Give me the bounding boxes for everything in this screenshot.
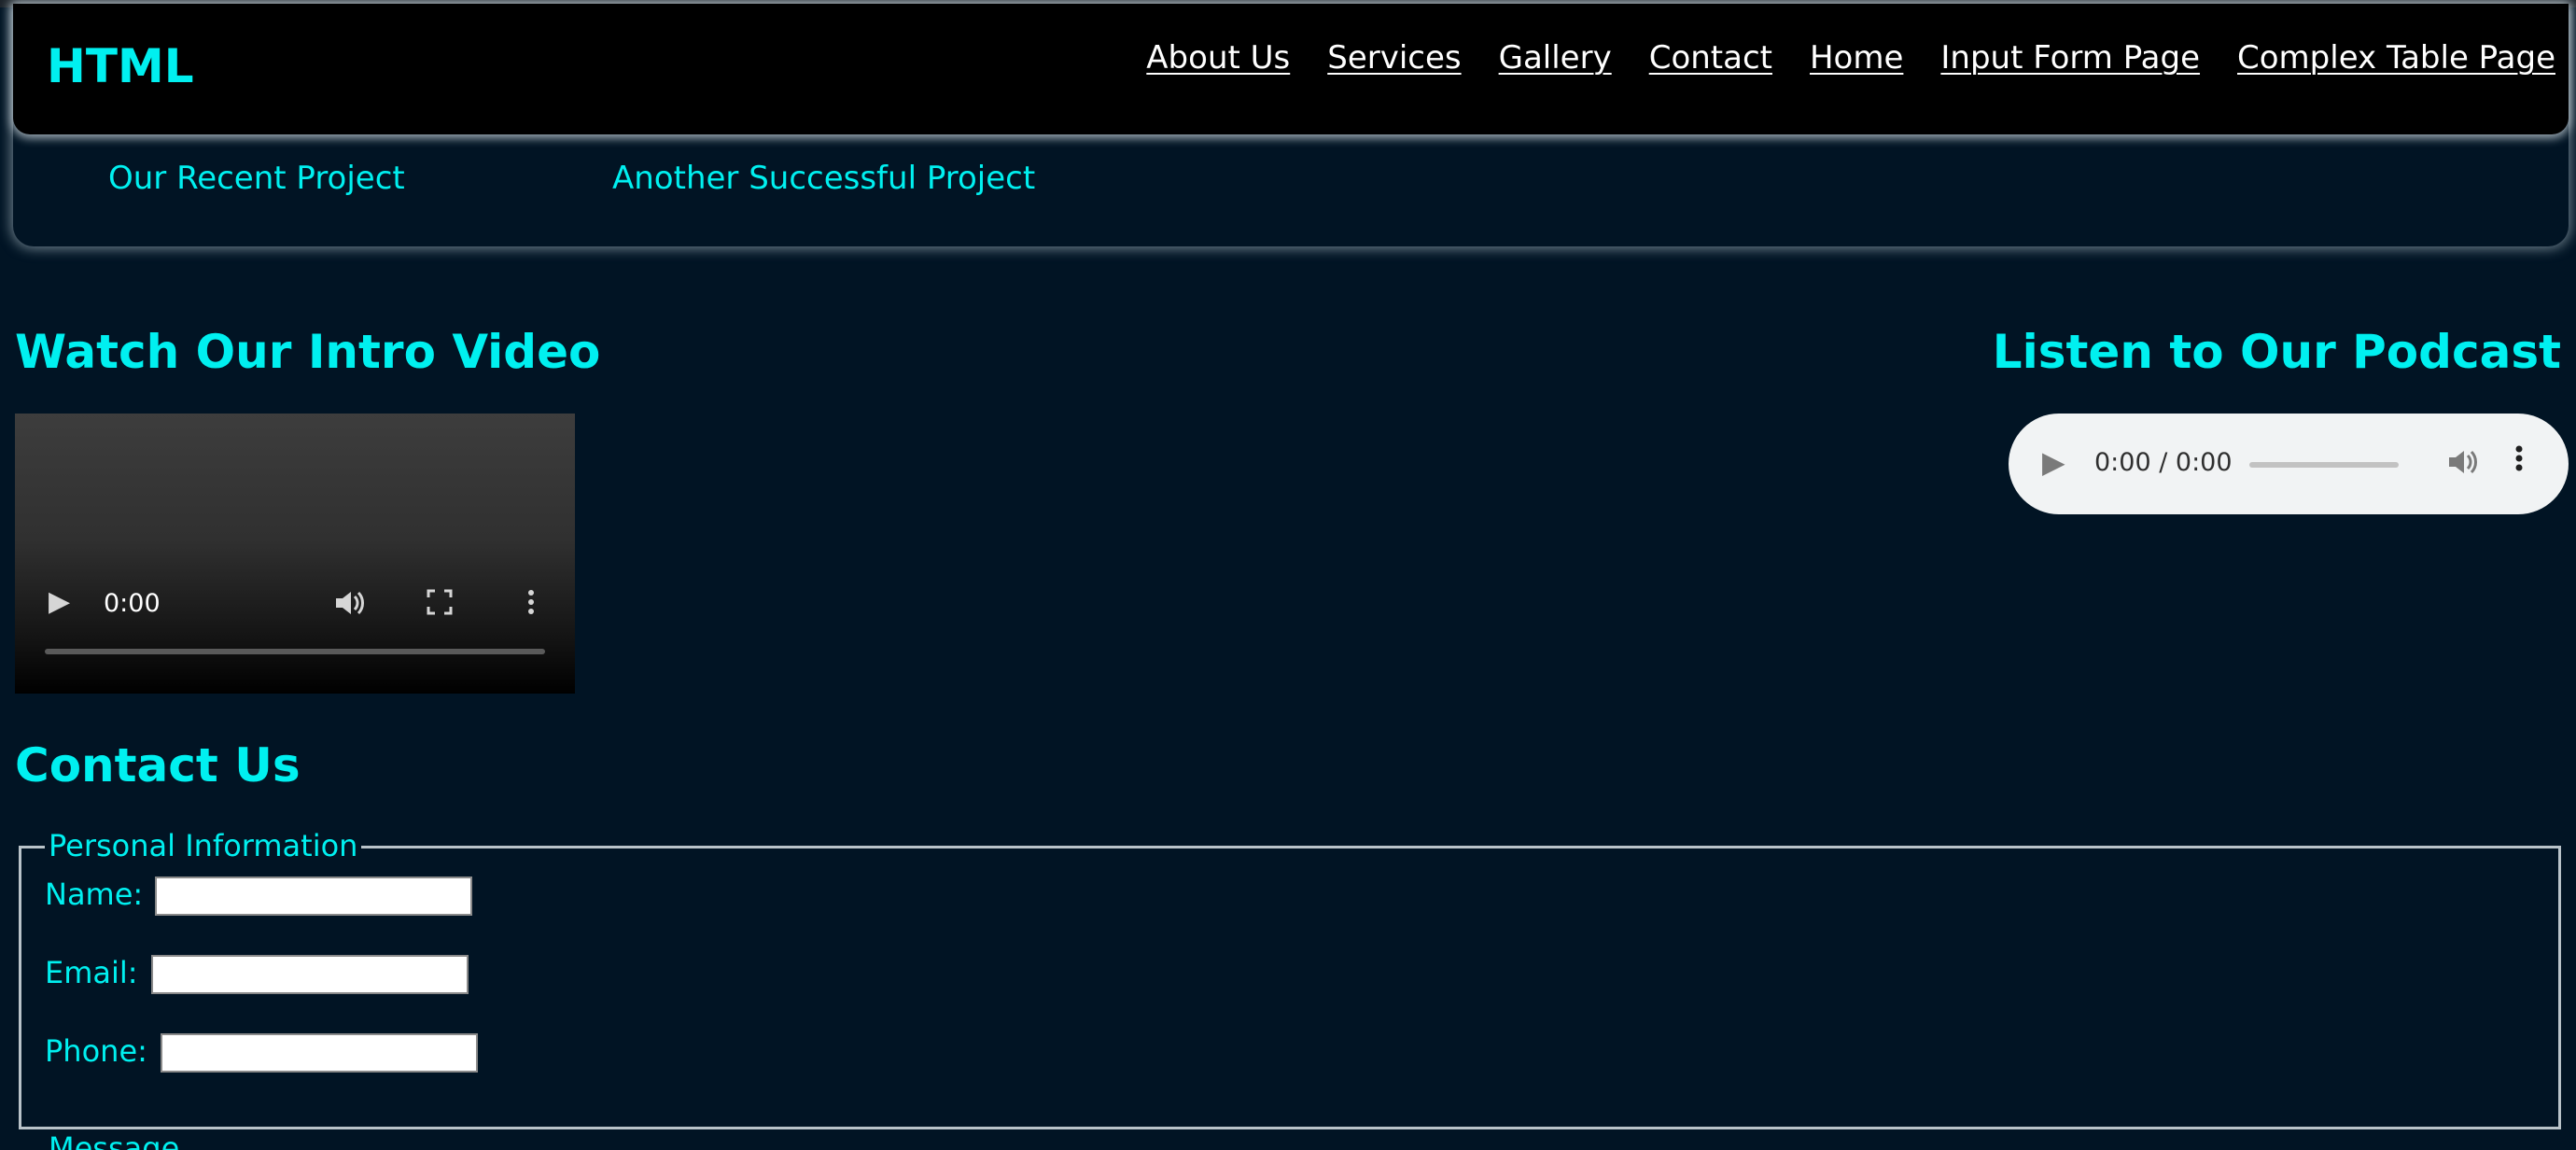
nav-link-gallery[interactable]: Gallery: [1499, 39, 1612, 77]
main-nav: About Us Services Gallery Contact Home I…: [1146, 39, 2555, 77]
nav-link-contact[interactable]: Contact: [1649, 39, 1772, 77]
subnav-item-successful-project[interactable]: Another Successful Project: [612, 162, 1035, 194]
phone-label: Phone:: [45, 1033, 147, 1069]
more-options-icon[interactable]: [2514, 443, 2524, 479]
video-section-title: Watch Our Intro Video: [15, 325, 601, 379]
volume-icon[interactable]: [332, 588, 366, 624]
more-options-icon[interactable]: [526, 588, 536, 622]
phone-field[interactable]: [161, 1033, 478, 1073]
nav-link-services[interactable]: Services: [1327, 39, 1461, 77]
audio-time: 0:00 / 0:00: [2094, 448, 2233, 477]
video-progress-bar[interactable]: [45, 649, 545, 654]
nav-link-home[interactable]: Home: [1810, 39, 1903, 77]
play-icon[interactable]: ▶: [2042, 447, 2065, 477]
video-time: 0:00: [104, 589, 161, 618]
volume-icon[interactable]: [2445, 447, 2479, 482]
podcast-section-title: Listen to Our Podcast: [1992, 325, 2561, 379]
email-field[interactable]: [151, 955, 469, 994]
play-icon[interactable]: ▶: [49, 588, 70, 616]
contact-section-title: Contact Us: [15, 738, 301, 792]
personal-info-legend: Personal Information: [45, 831, 362, 861]
name-label: Name:: [45, 877, 144, 912]
fullscreen-icon[interactable]: [426, 588, 454, 622]
podcast-audio-player[interactable]: ▶ 0:00 / 0:00: [2009, 414, 2569, 514]
site-brand: HTML: [47, 39, 194, 93]
audio-progress-bar[interactable]: [2249, 462, 2399, 468]
nav-link-input-form-page[interactable]: Input Form Page: [1940, 39, 2200, 77]
intro-video-player[interactable]: ▶ 0:00: [15, 414, 575, 694]
subnav-item-recent-project[interactable]: Our Recent Project: [108, 162, 405, 194]
email-label: Email:: [45, 955, 138, 990]
nav-link-complex-table-page[interactable]: Complex Table Page: [2237, 39, 2555, 77]
name-field[interactable]: [155, 877, 472, 916]
message-legend: Message: [49, 1130, 180, 1150]
page: HTML About Us Services Gallery Contact H…: [0, 0, 2576, 1150]
nav-link-about-us[interactable]: About Us: [1146, 39, 1290, 77]
header-bar: HTML About Us Services Gallery Contact H…: [13, 4, 2569, 134]
